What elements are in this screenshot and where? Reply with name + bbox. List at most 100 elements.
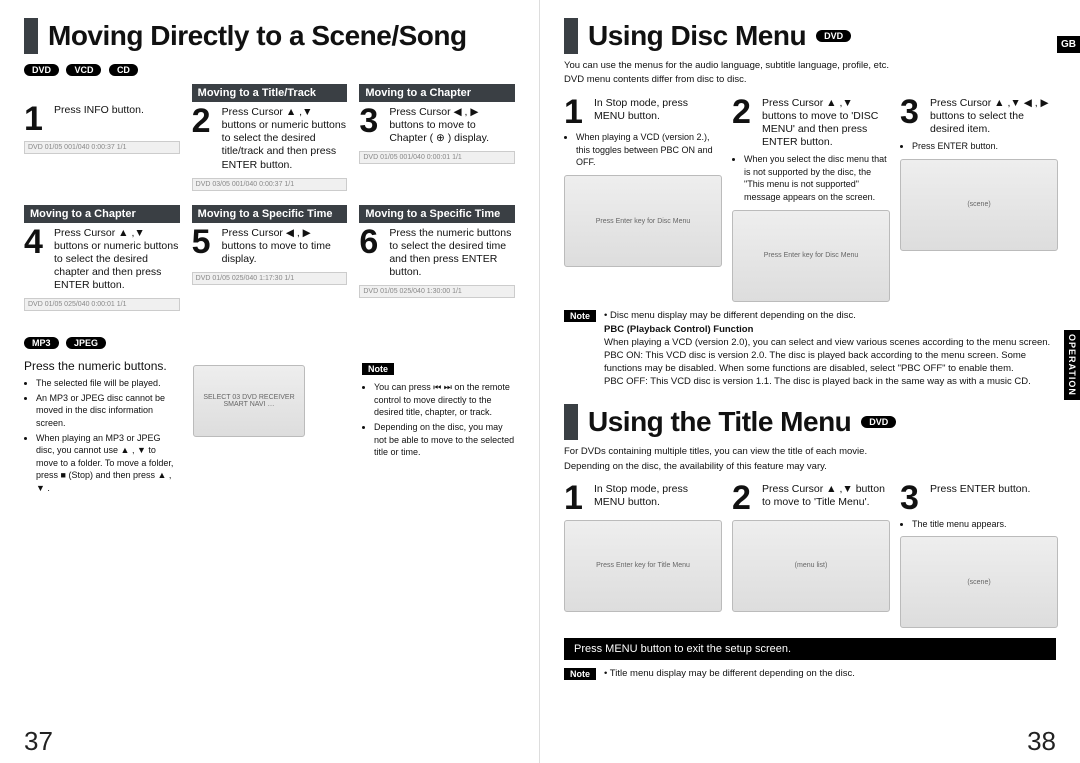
title-step-3: 3 Press ENTER button. The title menu app… (900, 483, 1056, 628)
step-number: 5 (192, 227, 218, 258)
step-3-cell: Moving to a Chapter 3 Press Cursor ◀ , ▶… (359, 84, 515, 191)
note-line: Disc menu display may be different depen… (610, 310, 856, 321)
status-bar: DVD 01/05 025/040 1:30:00 1/1 (359, 285, 515, 298)
step-bullet: When you select the disc menu that is no… (732, 153, 888, 203)
status-bar: DVD 01/05 001/040 0:00:01 1/1 (359, 151, 515, 164)
bullet: When playing a VCD (version 2.), this to… (576, 131, 720, 169)
title-bar: Moving Directly to a Scene/Song (24, 18, 515, 54)
section-tab: OPERATION (1064, 330, 1080, 400)
step-number: 2 (732, 97, 758, 128)
screenshot-title-menu: Press Enter key for Title Menu (564, 520, 722, 612)
title-bar: Using the Title Menu DVD (564, 404, 1056, 440)
bullet: When you select the disc menu that is no… (744, 153, 888, 203)
pill-mp3: MP3 (24, 337, 59, 349)
bullet: The selected file will be played. (36, 377, 177, 390)
step-text: Press Cursor ▲ ,▼ buttons or numeric but… (222, 106, 348, 172)
disc-type-pills-2: MP3 JPEG (24, 333, 515, 351)
step-text: In Stop mode, press MENU button. (594, 97, 720, 123)
bullet: Depending on the disc, you may not be ab… (374, 421, 515, 459)
exit-instruction: Press MENU button to exit the setup scre… (564, 638, 1056, 660)
section-sub: DVD menu contents differ from disc to di… (564, 74, 1056, 86)
step-text: Press INFO button. (54, 104, 144, 117)
note-line: Title menu display may be different depe… (610, 668, 855, 679)
page-title: Moving Directly to a Scene/Song (48, 20, 467, 52)
title-step-2: 2 Press Cursor ▲ ,▼ button to move to 'T… (732, 483, 888, 628)
step-5-cell: Moving to a Specific Time 5 Press Cursor… (192, 205, 348, 312)
title-bar: Using Disc Menu DVD (564, 18, 1056, 54)
step-text: Press Cursor ▲ ,▼ buttons to move to 'DI… (762, 97, 888, 150)
section-sub: For DVDs containing multiple titles, you… (564, 446, 1056, 458)
steps-row-1: 1 Press INFO button. DVD 01/05 001/040 0… (24, 84, 515, 191)
bullet: The title menu appears. (912, 518, 1056, 531)
note-line: When playing a VCD (version 2.0), you ca… (604, 337, 1056, 350)
disc-note-block: Note • Disc menu display may be differen… (564, 310, 1056, 389)
disc-step-2: 2 Press Cursor ▲ ,▼ buttons to move to '… (732, 97, 888, 302)
screenshot-menu-list: (menu list) (732, 520, 890, 612)
status-bar: DVD 01/05 001/040 0:00:37 1/1 (24, 141, 180, 154)
step-text: Press the numeric buttons to select the … (389, 227, 515, 280)
step-text: Press ENTER button. (930, 483, 1030, 496)
step: 1 In Stop mode, press MENU button. (564, 483, 720, 514)
step-text: In Stop mode, press MENU button. (594, 483, 720, 509)
steps-row-2: Moving to a Chapter 4 Press Cursor ▲ ,▼ … (24, 205, 515, 312)
step-text: Press Cursor ◀ , ▶ buttons to move to ti… (222, 227, 348, 266)
screenshot-file-list: SELECT 03 DVD RECEIVER SMART NAVI … (193, 365, 305, 437)
note-label: Note (564, 310, 596, 322)
step-number: 1 (24, 104, 50, 135)
title-footnote: Note • Title menu display may be differe… (564, 668, 1056, 681)
step-number: 3 (900, 483, 926, 514)
step: 1 In Stop mode, press MENU button. (564, 97, 720, 128)
disc-step-1: 1 In Stop mode, press MENU button. When … (564, 97, 720, 302)
step: 3 Press Cursor ▲ ,▼ ◀ , ▶ buttons to sel… (900, 97, 1056, 136)
status-bar: DVD 03/05 001/040 0:00:37 1/1 (192, 178, 348, 191)
title-accent (564, 404, 578, 440)
note-line: PBC OFF: This VCD disc is version 1.1. T… (604, 376, 1056, 389)
section-title: Using the Title Menu (588, 406, 851, 438)
step-3: 3 Press Cursor ◀ , ▶ buttons to move to … (359, 106, 515, 145)
screenshot-scene: (scene) (900, 536, 1058, 628)
lower-col-2: SELECT 03 DVD RECEIVER SMART NAVI … (193, 359, 346, 498)
step-bullet: Press ENTER button. (900, 140, 1056, 153)
disc-step-3: 3 Press Cursor ▲ ,▼ ◀ , ▶ buttons to sel… (900, 97, 1056, 302)
step-text: Press Cursor ▲ ,▼ button to move to 'Tit… (762, 483, 888, 509)
step-text: Press Cursor ▲ ,▼ buttons or numeric but… (54, 227, 180, 293)
note-line: PBC ON: This VCD disc is version 2.0. Th… (604, 350, 1056, 376)
cell-heading: Moving to a Specific Time (192, 205, 348, 223)
step-number: 2 (192, 106, 218, 137)
pill-dvd: DVD (24, 64, 59, 76)
page-number: 38 (1027, 726, 1056, 757)
disc-type-pills: DVD VCD CD (24, 60, 515, 78)
cell-heading: Moving to a Chapter (24, 205, 180, 223)
screenshot-scene: (scene) (900, 159, 1058, 251)
step-number: 3 (900, 97, 926, 128)
lower-col-3: Note You can press ⏮ ⏭ on the remote con… (362, 359, 515, 498)
step-5: 5 Press Cursor ◀ , ▶ buttons to move to … (192, 227, 348, 266)
step-number: 2 (732, 483, 758, 514)
cell-heading: Moving to a Chapter (359, 84, 515, 102)
bullet: An MP3 or JPEG disc cannot be moved in t… (36, 392, 177, 430)
step-number: 3 (359, 106, 385, 137)
step: 2 Press Cursor ▲ ,▼ button to move to 'T… (732, 483, 888, 514)
screenshot-disc-menu: Press Enter key for Disc Menu (564, 175, 722, 267)
section-sub: Depending on the disc, the availability … (564, 461, 1056, 473)
step-text: Press Cursor ▲ ,▼ ◀ , ▶ buttons to selec… (930, 97, 1056, 136)
lower-instruction: Press the numeric buttons. (24, 359, 177, 373)
step: 3 Press ENTER button. (900, 483, 1056, 514)
bullet: You can press ⏮ ⏭ on the remote control … (374, 381, 515, 419)
title-accent (24, 18, 38, 54)
step-number: 6 (359, 227, 385, 258)
disc-steps-row: 1 In Stop mode, press MENU button. When … (564, 97, 1056, 302)
note-label: Note (564, 668, 596, 680)
pill-dvd: DVD (861, 416, 896, 428)
title-step-1: 1 In Stop mode, press MENU button. Press… (564, 483, 720, 628)
step-2: 2 Press Cursor ▲ ,▼ buttons or numeric b… (192, 106, 348, 172)
note-bullets: You can press ⏮ ⏭ on the remote control … (362, 381, 515, 459)
bullet: When playing an MP3 or JPEG disc, you ca… (36, 432, 177, 495)
note-label: Note (362, 363, 394, 375)
pill-cd: CD (109, 64, 138, 76)
pill-vcd: VCD (66, 64, 101, 76)
page-number: 37 (24, 726, 53, 757)
step-bullet: The title menu appears. (900, 518, 1056, 531)
section-title: Using Disc Menu (588, 20, 806, 52)
step-bullet: When playing a VCD (version 2.), this to… (564, 131, 720, 169)
